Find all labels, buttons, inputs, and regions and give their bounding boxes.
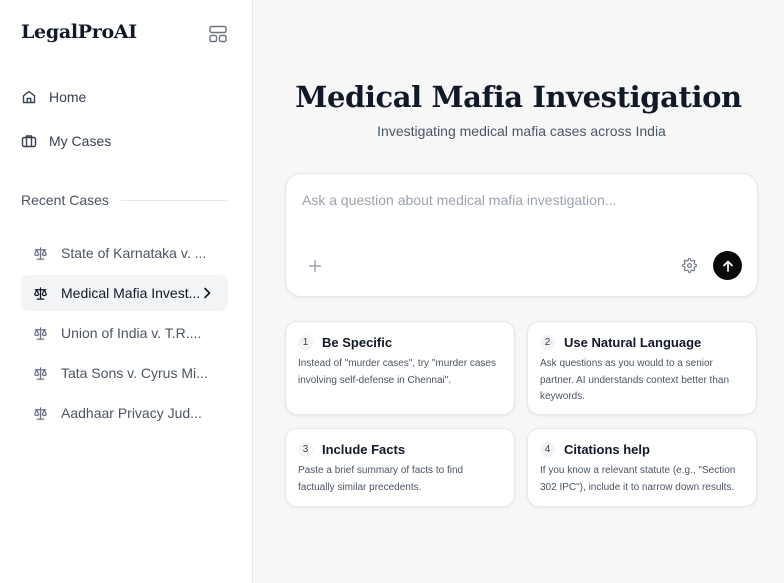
chevron-right-icon — [204, 287, 211, 299]
recent-case-label: Aadhaar Privacy Jud... — [61, 405, 202, 421]
brand-logo[interactable]: LegalProAI — [21, 21, 137, 43]
divider — [120, 199, 228, 201]
tip-text: If you know a relevant statute (e.g., "S… — [540, 465, 736, 493]
recent-case-item[interactable]: State of Karnataka v. ... — [21, 235, 228, 271]
nav-my-cases-label: My Cases — [49, 133, 112, 149]
layout-icon — [209, 25, 227, 43]
recent-case-label: Medical Mafia Invest... — [61, 285, 201, 301]
tip-title: Be Specific — [322, 335, 393, 350]
briefcase-icon — [21, 135, 37, 148]
arrow-up-icon — [722, 260, 733, 272]
nav-home[interactable]: Home — [21, 85, 86, 109]
scale-icon — [34, 326, 47, 340]
tip-title: Citations help — [564, 442, 650, 457]
recent-cases-label: Recent Cases — [21, 192, 109, 208]
tip-card: 3 Include Facts Paste a brief summary of… — [285, 428, 515, 507]
recent-case-item-active[interactable]: Medical Mafia Invest... — [21, 275, 228, 311]
tip-number-badge: 3 — [298, 442, 313, 457]
send-button[interactable] — [713, 251, 742, 280]
recent-case-label: Union of India v. T.R.... — [61, 325, 202, 341]
settings-button[interactable] — [682, 258, 697, 278]
tip-card: 1 Be Specific Instead of "murder cases",… — [285, 321, 515, 415]
home-icon — [22, 90, 36, 104]
gear-icon — [682, 258, 697, 273]
page-subtitle: Investigating medical mafia cases across… — [377, 123, 666, 139]
scale-icon — [34, 246, 47, 260]
query-input[interactable] — [302, 192, 742, 208]
sidebar: LegalProAI Home My Cases Recent Cases St… — [0, 0, 253, 583]
nav-my-cases[interactable]: My Cases — [21, 129, 111, 153]
nav-home-label: Home — [49, 89, 87, 105]
plus-icon — [308, 259, 322, 273]
scale-icon — [34, 286, 47, 300]
recent-case-item[interactable]: Tata Sons v. Cyrus Mi... — [21, 355, 228, 391]
scale-icon — [34, 366, 47, 380]
tip-text: Paste a brief summary of facts to find f… — [298, 465, 464, 493]
page-title: Medical Mafia Investigation — [295, 80, 742, 114]
tip-title: Include Facts — [322, 442, 406, 457]
attach-button[interactable] — [308, 259, 322, 278]
query-composer — [285, 173, 758, 297]
tip-number-badge: 4 — [540, 442, 555, 457]
tip-number-badge: 1 — [298, 335, 313, 350]
tip-card: 4 Citations help If you know a relevant … — [527, 428, 757, 507]
tip-text: Ask questions as you would to a senior p… — [540, 358, 730, 402]
recent-case-item[interactable]: Union of India v. T.R.... — [21, 315, 228, 351]
tip-title: Use Natural Language — [564, 335, 702, 350]
tip-card: 2 Use Natural Language Ask questions as … — [527, 321, 757, 415]
recent-case-label: Tata Sons v. Cyrus Mi... — [61, 365, 208, 381]
tip-text: Instead of "murder cases", try "murder c… — [298, 358, 496, 386]
recent-case-item[interactable]: Aadhaar Privacy Jud... — [21, 395, 228, 431]
layout-toggle-button[interactable] — [207, 23, 229, 45]
scale-icon — [34, 406, 47, 420]
recent-case-label: State of Karnataka v. ... — [61, 245, 207, 261]
tip-number-badge: 2 — [540, 335, 555, 350]
recent-cases-heading: Recent Cases — [21, 192, 228, 208]
